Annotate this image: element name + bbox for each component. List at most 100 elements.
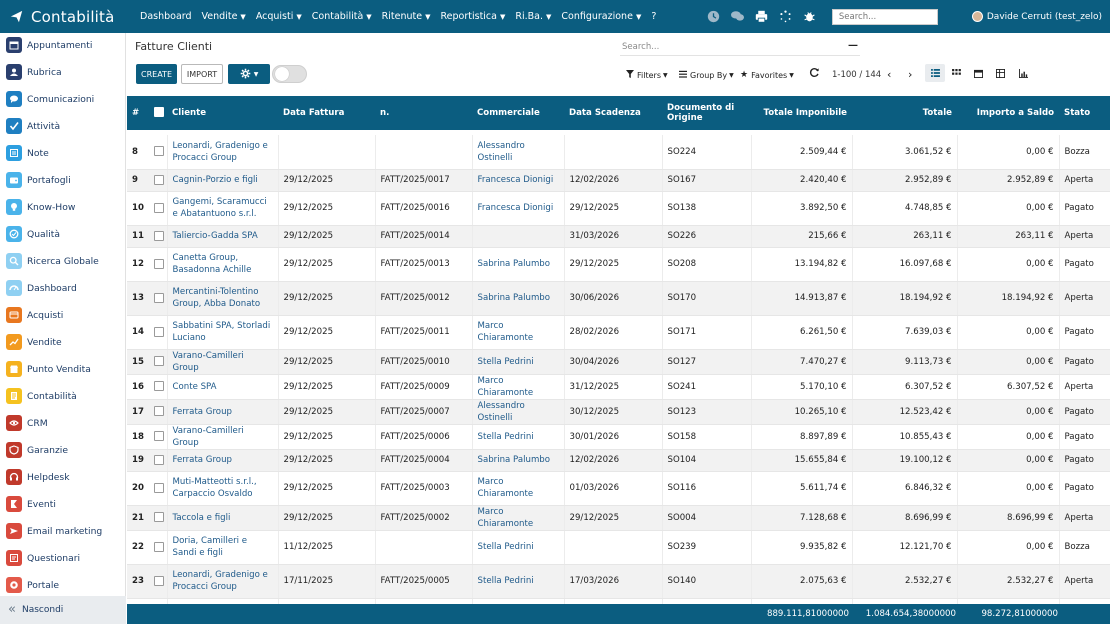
table-row[interactable]: 20 Muti-Matteotti s.r.l., Carpaccio Osval… <box>127 471 1110 506</box>
menu-item-contabilit[interactable]: Contabilità ▼ <box>312 11 372 22</box>
sidebar-item-know-how[interactable]: Know-How <box>0 196 126 218</box>
header-importo-saldo[interactable]: Importo a Saldo <box>957 96 1059 130</box>
cell-cliente[interactable]: Taccola e figli <box>167 505 279 531</box>
table-row[interactable]: 8 Leonardi, Gradenigo e Procacci Group Ale… <box>127 135 1110 170</box>
header-select-all[interactable] <box>149 96 167 130</box>
graph-view-button[interactable] <box>1013 64 1033 82</box>
table-row[interactable]: 23 Leonardi, Gradenigo e Procacci Group 17… <box>127 564 1110 599</box>
cell-cliente[interactable]: Sabbatini SPA, Storladi Luciano <box>167 315 279 350</box>
header-data-scadenza[interactable]: Data Scadenza <box>564 96 662 130</box>
create-button[interactable]: CREATE <box>136 64 177 84</box>
cell-cliente[interactable]: Gangemi, Scaramucci e Abatantuono s.r.l. <box>167 191 279 226</box>
menu-item-ri-ba[interactable]: Ri.Ba. ▼ <box>515 11 551 22</box>
cell-commerciale[interactable]: Sabrina Palumbo <box>472 247 565 282</box>
table-row[interactable]: 18 Varano-Camilleri Group 29/12/2025 FATT/2… <box>127 424 1110 450</box>
cell-commerciale[interactable]: Stella Pedrini <box>472 564 565 599</box>
menu-item-ritenute[interactable]: Ritenute ▼ <box>382 11 431 22</box>
pivot-view-button[interactable] <box>990 64 1010 82</box>
menu-item-acquisti[interactable]: Acquisti ▼ <box>256 11 302 22</box>
sidebar-item-email-marketing[interactable]: Email marketing <box>0 520 126 542</box>
row-checkbox[interactable] <box>154 258 164 269</box>
table-row[interactable]: 19 Ferrata Group 29/12/2025 FATT/2025/0004 S… <box>127 449 1110 472</box>
cell-commerciale[interactable] <box>472 225 565 248</box>
sidebar-item-ricerca-globale[interactable]: Ricerca Globale <box>0 250 126 272</box>
row-checkbox[interactable] <box>154 482 164 493</box>
cell-commerciale[interactable]: Alessandro Ostinelli <box>472 399 565 425</box>
sidebar-item-comunicazioni[interactable]: Comunicazioni <box>0 88 126 110</box>
table-row[interactable]: 17 Ferrata Group 29/12/2025 FATT/2025/0007 A… <box>127 399 1110 425</box>
cell-cliente[interactable]: Cagnin-Porzio e figli <box>167 169 279 192</box>
header-data-fattura[interactable]: Data Fattura <box>278 96 375 130</box>
menu-item-vendite[interactable]: Vendite ▼ <box>202 11 246 22</box>
sidebar-item-note[interactable]: Note <box>0 142 126 164</box>
sidebar-item-contabilita[interactable]: Contabilità <box>0 385 126 407</box>
row-checkbox[interactable] <box>154 575 164 586</box>
cell-cliente[interactable]: Conte SPA <box>167 374 279 400</box>
cell-cliente[interactable]: Varano-Camilleri Group <box>167 424 279 450</box>
sidebar-item-rubrica[interactable]: Rubrica <box>0 61 126 83</box>
cell-commerciale[interactable]: Alessandro Ostinelli <box>472 135 565 170</box>
clock-icon[interactable] <box>706 9 722 25</box>
groupby-dropdown[interactable]: Group By ▼ <box>679 70 734 80</box>
bug-icon[interactable] <box>802 9 818 25</box>
sidebar-item-vendite[interactable]: Vendite <box>0 331 126 353</box>
table-row[interactable]: 22 Doria, Camilleri e Sandi e figli 11/12/… <box>127 530 1110 565</box>
sidebar-item-acquisti[interactable]: Acquisti <box>0 304 126 326</box>
row-checkbox[interactable] <box>154 512 164 522</box>
header-documento-origine[interactable]: Documento di Origine <box>662 96 751 130</box>
calendar-view-button[interactable] <box>968 64 988 82</box>
table-row[interactable]: 21 Taccola e figli 29/12/2025 FATT/2025/000… <box>127 505 1110 531</box>
cell-commerciale[interactable]: Stella Pedrini <box>472 424 565 450</box>
row-checkbox[interactable] <box>154 541 164 552</box>
menu-item-dashboard[interactable]: Dashboard <box>140 11 192 22</box>
row-checkbox[interactable] <box>154 174 164 185</box>
sidebar-item-helpdesk[interactable]: Helpdesk <box>0 466 126 488</box>
header-totale[interactable]: Totale <box>852 96 957 130</box>
cell-cliente[interactable]: Doria, Camilleri e Sandi e figli <box>167 530 279 565</box>
sidebar-item-crm[interactable]: CRM <box>0 412 126 434</box>
row-checkbox[interactable] <box>154 356 164 366</box>
cell-commerciale[interactable]: Sabrina Palumbo <box>472 449 565 472</box>
row-checkbox[interactable] <box>154 381 164 391</box>
row-checkbox[interactable] <box>154 326 164 337</box>
sidebar-item-punto-vendita[interactable]: Punto Vendita <box>0 358 126 380</box>
cell-cliente[interactable]: Taliercio-Gadda SPA <box>167 225 279 248</box>
row-checkbox[interactable] <box>154 431 164 441</box>
menu-item-[interactable]: ? <box>651 11 656 22</box>
header-commerciale[interactable]: Commerciale <box>472 96 564 130</box>
hide-sidebar-button[interactable]: « Nascondi <box>0 596 126 624</box>
pager-previous-button[interactable]: ‹ <box>887 68 891 81</box>
cell-cliente[interactable]: Muti-Matteotti s.r.l., Carpaccio Osvaldo <box>167 471 279 506</box>
cell-cliente[interactable]: Leonardi, Gradenigo e Procacci Group <box>167 135 279 170</box>
table-row[interactable]: 16 Conte SPA 29/12/2025 FATT/2025/0009 Marco… <box>127 374 1110 400</box>
table-row[interactable]: 14 Sabbatini SPA, Storladi Luciano 29/12/2… <box>127 315 1110 350</box>
cell-cliente[interactable]: Ferrata Group <box>167 399 279 425</box>
cell-commerciale[interactable]: Marco Chiaramonte <box>472 505 565 531</box>
pager-value[interactable]: 1-100 / 144 <box>832 70 881 80</box>
refresh-icon[interactable] <box>809 67 820 81</box>
cell-commerciale[interactable]: Stella Pedrini <box>472 530 565 565</box>
user-menu[interactable]: Davide Cerruti (test_zelo) <box>971 11 1102 22</box>
chat-icon[interactable] <box>730 9 746 25</box>
cell-commerciale[interactable]: Marco Chiaramonte <box>472 374 565 400</box>
header-cliente[interactable]: Cliente <box>167 96 278 130</box>
table-row[interactable]: 12 Canetta Group, Basadonna Achille 29/12/… <box>127 247 1110 282</box>
sidebar-item-eventi[interactable]: Eventi <box>0 493 126 515</box>
table-row[interactable]: 13 Mercantini-Tolentino Group, Abba Donat… <box>127 281 1110 316</box>
search-clear-icon[interactable]: — <box>848 40 858 51</box>
row-checkbox[interactable] <box>154 406 164 416</box>
header-totale-imponibile[interactable]: Totale Imponibile <box>751 96 852 130</box>
kanban-view-button[interactable] <box>946 64 966 82</box>
list-view-button[interactable] <box>925 64 945 82</box>
pager-next-button[interactable]: › <box>908 68 912 81</box>
sidebar-item-dashboard[interactable]: Dashboard <box>0 277 126 299</box>
header-numero[interactable]: n. <box>375 96 472 130</box>
sidebar-item-portale[interactable]: Portale <box>0 574 126 596</box>
cell-cliente[interactable]: Ferrata Group <box>167 449 279 472</box>
search-input[interactable]: Search... <box>620 40 860 56</box>
import-button[interactable]: IMPORT <box>181 64 223 84</box>
sidebar-item-portafogli[interactable]: Portafogli <box>0 169 126 191</box>
actions-gear-button[interactable]: ▼ <box>228 64 270 84</box>
cell-cliente[interactable]: Canetta Group, Basadonna Achille <box>167 247 279 282</box>
view-toggle-switch[interactable] <box>272 65 307 83</box>
